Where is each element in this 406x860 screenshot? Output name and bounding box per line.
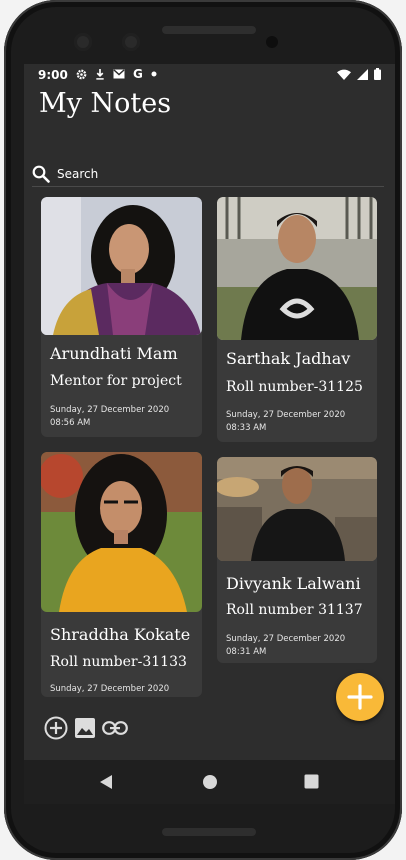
app-screen: 9:00 G My Notes Search Arundhati Mam Men…	[24, 64, 395, 804]
download-icon	[96, 68, 104, 80]
note-title: Sarthak Jadhav	[226, 349, 351, 368]
note-date: Sunday, 27 December 2020 08:31 AM	[226, 634, 346, 657]
note-subtitle: Mentor for project	[50, 373, 182, 389]
front-camera-2	[122, 33, 140, 51]
note-card[interactable]: Sarthak Jadhav Roll number-31125 Sunday,…	[217, 197, 377, 442]
search-input[interactable]: Search	[57, 167, 98, 181]
link-icon[interactable]	[102, 721, 128, 735]
image-icon[interactable]	[74, 717, 96, 739]
note-card[interactable]: Shraddha Kokate Roll number-31133 Sunday…	[41, 452, 202, 697]
status-time: 9:00	[38, 68, 68, 82]
bottom-speaker	[162, 828, 256, 836]
top-speaker	[162, 26, 256, 34]
note-image	[41, 452, 202, 612]
note-card[interactable]: Arundhati Mam Mentor for project Sunday,…	[41, 197, 202, 437]
phone-frame: 9:00 G My Notes Search Arundhati Mam Men…	[4, 0, 402, 860]
note-image	[217, 197, 377, 340]
front-camera	[74, 33, 92, 51]
note-card[interactable]: Divyank Lalwani Roll number 31137 Sunday…	[217, 457, 377, 663]
wifi-icon	[337, 69, 351, 80]
status-bar: 9:00 G	[24, 64, 395, 86]
google-icon: G	[133, 67, 143, 81]
battery-icon	[374, 68, 381, 80]
recents-icon[interactable]	[304, 774, 319, 789]
search-icon	[32, 165, 50, 183]
plus-icon	[347, 684, 373, 710]
note-subtitle: Roll number 31137	[226, 602, 363, 618]
signal-icon	[357, 68, 368, 80]
note-title: Divyank Lalwani	[226, 574, 361, 593]
gear-icon	[76, 69, 87, 79]
note-subtitle: Roll number-31125	[226, 379, 363, 395]
gmail-icon	[113, 69, 125, 79]
note-date: Sunday, 27 December 2020 08:32	[50, 684, 170, 694]
dot-icon	[151, 71, 157, 77]
add-note-button[interactable]	[336, 673, 384, 721]
page-title: My Notes	[39, 88, 172, 119]
search-bar[interactable]: Search	[32, 162, 384, 187]
note-subtitle: Roll number-31133	[50, 654, 187, 670]
system-nav-bar	[24, 760, 395, 804]
add-circle-icon[interactable]	[44, 716, 68, 740]
proximity-sensor	[266, 36, 278, 48]
note-title: Shraddha Kokate	[50, 625, 191, 644]
note-date: Sunday, 27 December 2020 08:56 AM	[50, 405, 170, 428]
home-icon[interactable]	[202, 774, 218, 790]
note-image	[41, 197, 202, 335]
back-icon[interactable]	[99, 774, 113, 790]
note-date: Sunday, 27 December 2020 08:33 AM	[226, 410, 346, 433]
note-title: Arundhati Mam	[50, 344, 178, 363]
bottom-toolbar	[44, 716, 128, 740]
note-image	[217, 457, 377, 561]
